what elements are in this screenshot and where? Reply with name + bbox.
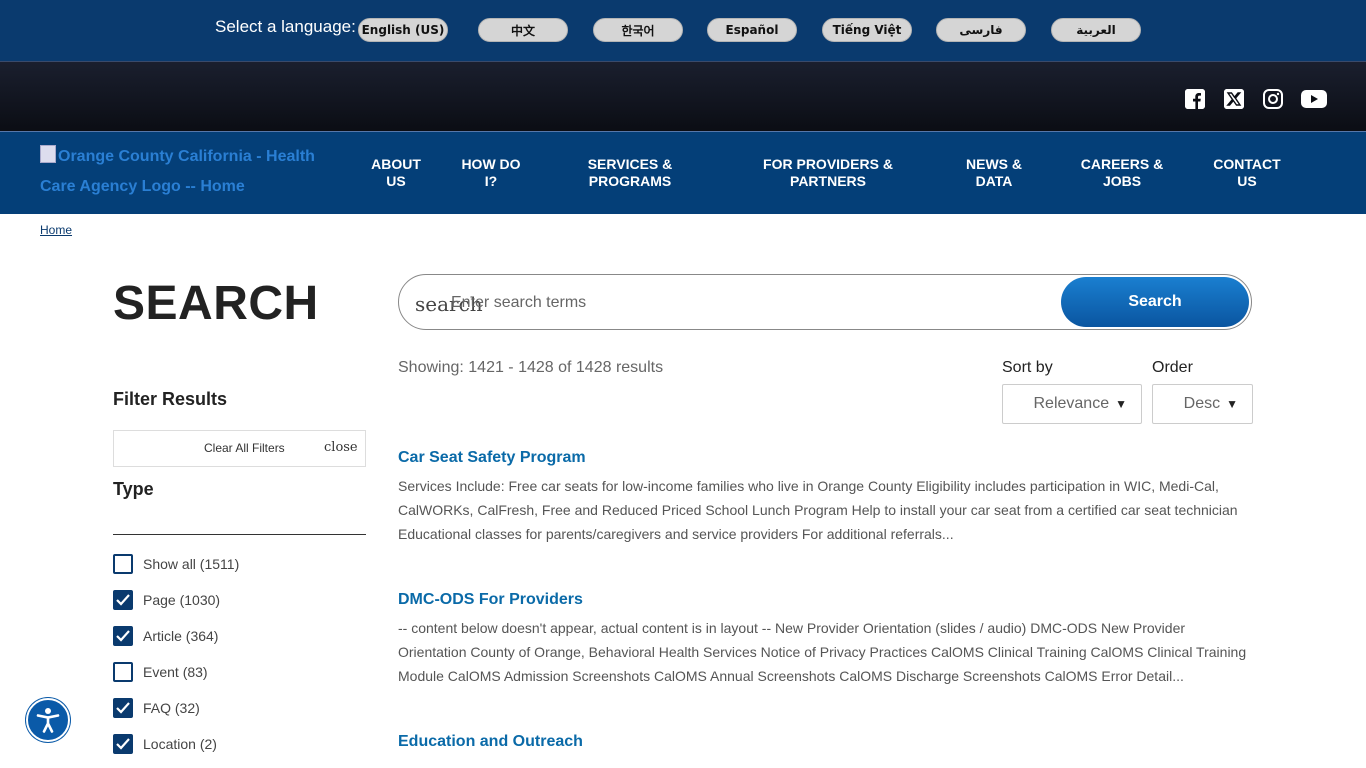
nav-services-programs[interactable]: SERVICES & PROGRAMS: [575, 156, 685, 190]
broken-image-icon: [40, 145, 56, 163]
nav-about-us[interactable]: ABOUT US: [366, 156, 426, 190]
result-title-link[interactable]: Education and Outreach: [398, 733, 583, 751]
filter-faq[interactable]: FAQ (32): [113, 697, 200, 719]
search-box: search Search: [398, 274, 1252, 330]
search-input[interactable]: [449, 289, 1053, 317]
type-divider: [113, 534, 366, 535]
filter-label: Show all (1511): [143, 556, 240, 572]
search-button[interactable]: Search: [1061, 277, 1249, 327]
filter-label: Location (2): [143, 736, 217, 752]
nav-contact-us[interactable]: CONTACT US: [1207, 156, 1287, 190]
nav-news-data[interactable]: NEWS & DATA: [954, 156, 1034, 190]
x-twitter-icon[interactable]: [1224, 89, 1244, 109]
filter-event[interactable]: Event (83): [113, 661, 208, 683]
filter-article[interactable]: Article (364): [113, 625, 218, 647]
sort-by-label: Sort by: [1002, 359, 1053, 376]
order-label: Order: [1152, 359, 1193, 376]
filter-results-heading: Filter Results: [113, 389, 228, 409]
filter-label: Page (1030): [143, 592, 221, 608]
nav-providers-partners[interactable]: FOR PROVIDERS & PARTNERS: [758, 156, 898, 190]
social-bar: [0, 61, 1366, 132]
sort-by-select[interactable]: Relevance ▼: [1002, 384, 1142, 424]
chevron-down-icon: ▼: [1226, 397, 1238, 411]
chevron-down-icon: ▼: [1115, 397, 1127, 411]
clear-filters-bar: Clear All Filters close: [113, 430, 366, 467]
language-button-chinese[interactable]: 中文: [478, 18, 568, 42]
youtube-icon[interactable]: [1301, 89, 1327, 109]
checkbox-checked[interactable]: [113, 734, 133, 754]
filter-label: Article (364): [143, 628, 219, 644]
checkbox-checked[interactable]: [113, 698, 133, 718]
logo-alt-text: Orange County California - Health Care A…: [40, 148, 315, 195]
order-select[interactable]: Desc ▼: [1152, 384, 1253, 424]
accessibility-icon[interactable]: [26, 698, 70, 742]
language-button-spanish[interactable]: Español: [707, 18, 797, 42]
nav-careers-jobs[interactable]: CAREERS & JOBS: [1072, 156, 1172, 190]
clear-all-filters-button[interactable]: Clear All Filters: [204, 441, 285, 455]
checkbox[interactable]: [113, 662, 133, 682]
checkbox-checked[interactable]: [113, 590, 133, 610]
instagram-icon[interactable]: [1263, 89, 1283, 109]
sort-by-value: Relevance: [1033, 395, 1110, 412]
result-snippet: -- content below doesn't appear, actual …: [398, 620, 1247, 684]
filter-page[interactable]: Page (1030): [113, 589, 220, 611]
close-filters-button[interactable]: close: [324, 440, 358, 455]
language-button-english[interactable]: English (US): [358, 18, 448, 42]
nav-how-do-i[interactable]: HOW DO I?: [456, 156, 526, 190]
results-count: Showing: 1421 - 1428 of 1428 results: [398, 359, 664, 376]
type-heading: Type: [113, 479, 154, 499]
facebook-icon[interactable]: [1185, 89, 1205, 109]
result-title-link[interactable]: DMC-ODS For Providers: [398, 591, 583, 609]
result-snippet: Services Include: Free car seats for low…: [398, 478, 1238, 542]
language-bar: Select a language: English (US) 中文 한국어 E…: [0, 0, 1366, 61]
language-label: Select a language:: [215, 17, 356, 36]
result-title-link[interactable]: Car Seat Safety Program: [398, 449, 586, 467]
order-value: Desc: [1183, 395, 1221, 412]
filter-label: Event (83): [143, 664, 208, 680]
checkbox[interactable]: [113, 554, 133, 574]
language-button-arabic[interactable]: العربية: [1051, 18, 1141, 42]
site-logo-link[interactable]: Orange County California - Health Care A…: [40, 142, 330, 202]
page-title: SEARCH: [113, 277, 319, 330]
main-navigation: Orange County California - Health Care A…: [0, 131, 1366, 214]
filter-show-all[interactable]: Show all (1511): [113, 553, 239, 575]
language-button-vietnamese[interactable]: Tiếng Việt: [822, 18, 912, 42]
language-button-farsi[interactable]: فارسی: [936, 18, 1026, 42]
language-button-korean[interactable]: 한국어: [593, 18, 683, 42]
filter-label: FAQ (32): [143, 700, 200, 716]
filter-location[interactable]: Location (2): [113, 733, 217, 755]
breadcrumb-home[interactable]: Home: [40, 223, 72, 237]
checkbox-checked[interactable]: [113, 626, 133, 646]
